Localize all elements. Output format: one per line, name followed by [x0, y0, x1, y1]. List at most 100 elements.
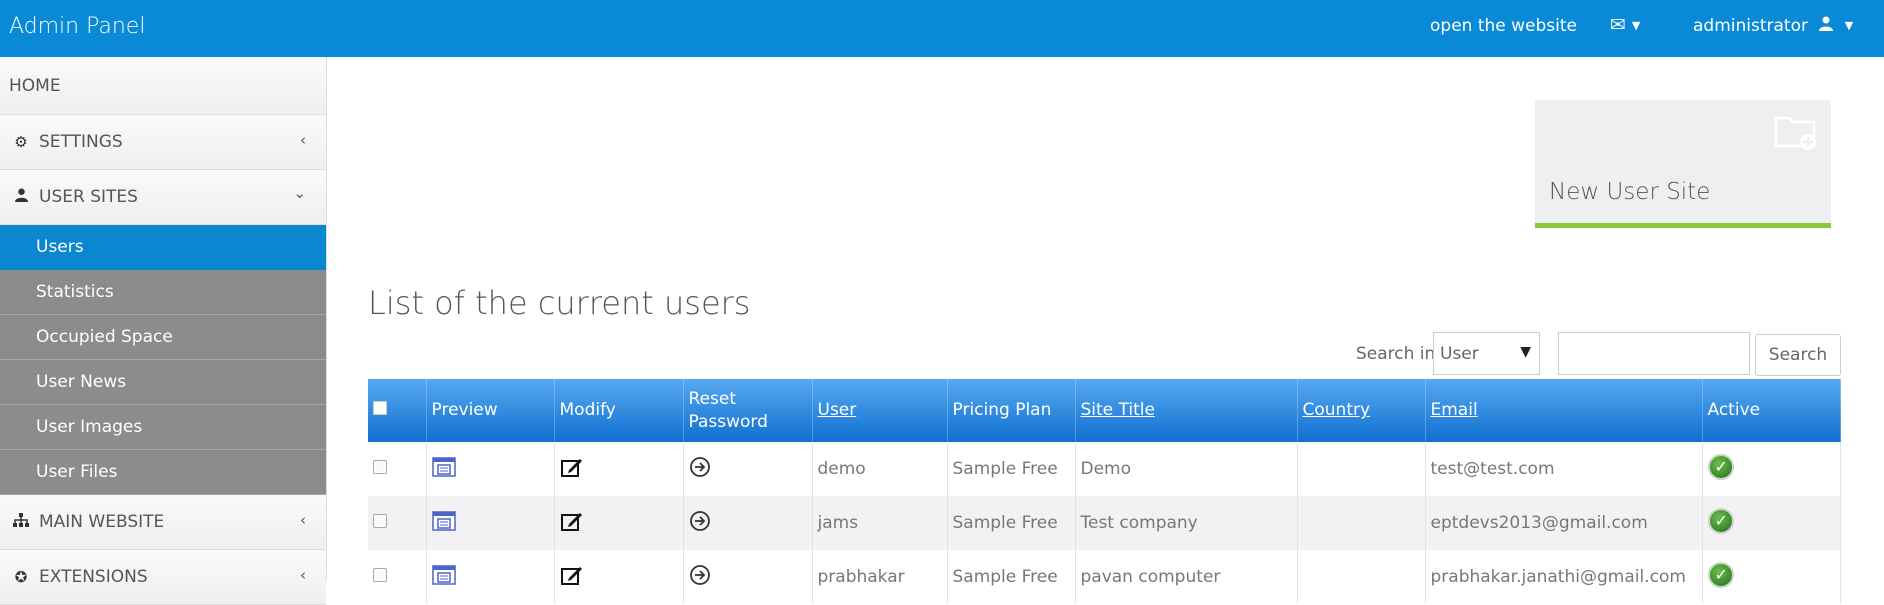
- sidebar-item-label: Users: [36, 237, 84, 257]
- table-row: jams Sample Free Test company eptdevs201…: [368, 496, 1841, 550]
- site-title-sort-link[interactable]: Site Title: [1081, 400, 1155, 420]
- edit-icon[interactable]: [560, 463, 584, 483]
- user-cell: jams: [812, 496, 947, 550]
- edit-icon[interactable]: [560, 517, 584, 537]
- reset-header-line2: Password: [689, 412, 768, 432]
- sidebar-item-statistics[interactable]: Statistics: [0, 270, 326, 315]
- active-check-icon[interactable]: [1708, 562, 1734, 588]
- sidebar-section-settings[interactable]: ⚙ SETTINGS ‹: [0, 115, 326, 170]
- sidebar-item-users[interactable]: Users: [0, 225, 326, 270]
- open-website-link[interactable]: open the website: [1430, 16, 1577, 36]
- plan-cell: Sample Free: [947, 496, 1075, 550]
- user-menu-label: administrator: [1693, 16, 1808, 36]
- chevron-left-icon: ‹: [300, 511, 306, 529]
- sidebar-item-user-news[interactable]: User News: [0, 360, 326, 405]
- brand-title[interactable]: Admin Panel: [9, 14, 145, 39]
- user-icon: [1819, 16, 1838, 36]
- search-field-value: User: [1440, 344, 1479, 364]
- search-button[interactable]: Search: [1755, 334, 1841, 376]
- modify-cell: [554, 442, 683, 496]
- email-header[interactable]: Email: [1425, 379, 1702, 442]
- reset-password-cell: [683, 496, 812, 550]
- plan-cell: Sample Free: [947, 442, 1075, 496]
- sidebar-item-home[interactable]: HOME: [0, 57, 326, 115]
- active-cell: [1702, 442, 1841, 496]
- main-content: New User Site List of the current users …: [328, 57, 1884, 581]
- preview-icon[interactable]: [432, 570, 456, 590]
- sidebar-section-label: MAIN WEBSITE: [39, 512, 164, 532]
- user-sort-link[interactable]: User: [818, 400, 857, 420]
- sidebar-section-label: USER SITES: [39, 187, 138, 207]
- active-check-icon[interactable]: [1708, 454, 1734, 480]
- sidebar-item-user-images[interactable]: User Images: [0, 405, 326, 450]
- preview-icon[interactable]: [432, 462, 456, 482]
- row-checkbox[interactable]: [373, 514, 387, 528]
- pricing-plan-header: Pricing Plan: [947, 379, 1075, 442]
- sidebar-section-extensions[interactable]: ✪ EXTENSIONS ‹: [0, 550, 326, 605]
- chevron-left-icon: ‹: [300, 131, 306, 149]
- modify-cell: [554, 550, 683, 604]
- envelope-icon: ✉: [1610, 14, 1626, 36]
- user-header[interactable]: User: [812, 379, 947, 442]
- top-navbar: Admin Panel open the website ✉▼ administ…: [0, 0, 1884, 57]
- search-in-label: Search in: [1356, 344, 1435, 364]
- reset-password-cell: [683, 550, 812, 604]
- new-user-site-card[interactable]: New User Site: [1535, 100, 1831, 228]
- caret-down-icon: ▼: [1632, 19, 1640, 32]
- country-sort-link[interactable]: Country: [1303, 400, 1371, 420]
- plan-cell: Sample Free: [947, 550, 1075, 604]
- row-select-cell: [368, 550, 426, 604]
- user-cell: prabhakar: [812, 550, 947, 604]
- gears-icon: ⚙: [11, 133, 31, 151]
- active-cell: [1702, 550, 1841, 604]
- table-row: prabhakar Sample Free pavan computer pra…: [368, 550, 1841, 604]
- select-all-checkbox[interactable]: [373, 401, 387, 415]
- reset-header-line1: Reset: [689, 389, 737, 409]
- preview-header: Preview: [426, 379, 554, 442]
- country-cell: [1297, 442, 1425, 496]
- caret-down-icon: ▼: [1845, 19, 1853, 32]
- sidebar-item-label: User News: [36, 372, 126, 392]
- reset-password-cell: [683, 442, 812, 496]
- modify-cell: [554, 496, 683, 550]
- active-check-icon[interactable]: [1708, 508, 1734, 534]
- preview-icon[interactable]: [432, 516, 456, 536]
- user-cell: demo: [812, 442, 947, 496]
- site-title-header[interactable]: Site Title: [1075, 379, 1297, 442]
- puzzle-icon: ✪: [11, 568, 31, 586]
- country-header[interactable]: Country: [1297, 379, 1425, 442]
- reset-arrow-icon[interactable]: [689, 463, 711, 483]
- card-label: New User Site: [1549, 179, 1710, 205]
- select-all-header: [368, 379, 426, 442]
- chevron-down-icon: ⌄: [293, 184, 306, 202]
- sidebar-section-user-sites[interactable]: USER SITES ⌄: [0, 170, 326, 225]
- sidebar-item-label: Occupied Space: [36, 327, 173, 347]
- sidebar-item-label: Statistics: [36, 282, 114, 302]
- page-title: List of the current users: [368, 284, 750, 322]
- site-title-cell: Demo: [1075, 442, 1297, 496]
- search-input[interactable]: [1558, 332, 1750, 375]
- search-field-select[interactable]: User ▼: [1433, 332, 1540, 375]
- sidebar-section-main-website[interactable]: MAIN WEBSITE ‹: [0, 495, 326, 550]
- reset-arrow-icon[interactable]: [689, 517, 711, 537]
- sidebar-item-label: User Images: [36, 417, 142, 437]
- sidebar-item-occupied-space[interactable]: Occupied Space: [0, 315, 326, 360]
- sidebar-item-user-files[interactable]: User Files: [0, 450, 326, 495]
- site-title-cell: pavan computer: [1075, 550, 1297, 604]
- site-title-cell: Test company: [1075, 496, 1297, 550]
- messages-dropdown[interactable]: ✉▼: [1610, 14, 1640, 36]
- user-menu-dropdown[interactable]: administrator ▼: [1693, 16, 1853, 36]
- row-checkbox[interactable]: [373, 460, 387, 474]
- users-table: Preview Modify ResetPassword User Pricin…: [368, 379, 1841, 604]
- active-cell: [1702, 496, 1841, 550]
- chevron-left-icon: ‹: [300, 566, 306, 584]
- user-icon: [11, 188, 31, 206]
- row-checkbox[interactable]: [373, 568, 387, 582]
- folder-plus-icon: [1774, 112, 1818, 150]
- row-select-cell: [368, 496, 426, 550]
- sidebar-item-label: HOME: [9, 76, 61, 96]
- email-sort-link[interactable]: Email: [1431, 400, 1478, 420]
- sidebar-item-label: User Files: [36, 462, 117, 482]
- row-select-cell: [368, 442, 426, 496]
- dropdown-arrow-icon: ▼: [1520, 344, 1531, 360]
